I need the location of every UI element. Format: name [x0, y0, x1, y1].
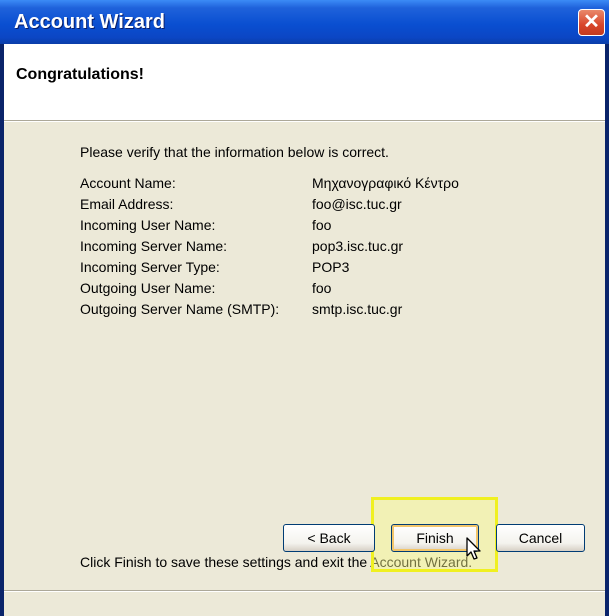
- account-summary-table: Account Name: Μηχανογραφικό Κέντρο Email…: [80, 172, 459, 319]
- row-value: Μηχανογραφικό Κέντρο: [312, 174, 459, 191]
- row-value: foo: [312, 279, 332, 296]
- summary-row-email-address: Email Address: foo@isc.tuc.gr: [80, 193, 459, 214]
- mouse-pointer-icon: [466, 537, 481, 560]
- row-label: Incoming Server Type:: [80, 258, 220, 275]
- close-button[interactable]: ✕: [578, 9, 605, 36]
- summary-row-incoming-user: Incoming User Name: foo: [80, 214, 459, 235]
- summary-row-outgoing-server: Outgoing Server Name (SMTP): smtp.isc.tu…: [80, 298, 459, 319]
- summary-row-incoming-type: Incoming Server Type: POP3: [80, 256, 459, 277]
- row-label: Outgoing Server Name (SMTP):: [80, 300, 280, 317]
- window-title: Account Wizard: [14, 11, 165, 33]
- row-label: Incoming Server Name:: [80, 237, 228, 254]
- intro-text: Please verify that the information below…: [80, 144, 389, 160]
- row-label: Outgoing User Name:: [80, 279, 216, 296]
- row-label: Email Address:: [80, 195, 174, 212]
- cancel-button[interactable]: Cancel: [496, 524, 585, 552]
- summary-row-account-name: Account Name: Μηχανογραφικό Κέντρο: [80, 172, 459, 193]
- footer-divider-highlight: [4, 591, 605, 592]
- summary-row-incoming-server: Incoming Server Name: pop3.isc.tuc.gr: [80, 235, 459, 256]
- row-value: POP3: [312, 258, 350, 275]
- page-heading: Congratulations!: [16, 66, 144, 83]
- summary-row-outgoing-user: Outgoing User Name: foo: [80, 277, 459, 298]
- title-bar[interactable]: Account Wizard ✕: [0, 0, 609, 44]
- wizard-header: Congratulations!: [4, 44, 605, 120]
- row-label: Account Name:: [80, 174, 176, 191]
- row-value: foo@isc.tuc.gr: [312, 195, 402, 212]
- row-value: smtp.isc.tuc.gr: [312, 300, 403, 317]
- back-button[interactable]: < Back: [283, 524, 375, 552]
- row-value: pop3.isc.tuc.gr: [312, 237, 404, 254]
- header-divider-highlight: [4, 121, 605, 122]
- close-icon: ✕: [583, 11, 600, 33]
- row-value: foo: [312, 216, 332, 233]
- row-label: Incoming User Name:: [80, 216, 216, 233]
- account-wizard-window: Account Wizard ✕ Congratulations! Please…: [0, 0, 609, 616]
